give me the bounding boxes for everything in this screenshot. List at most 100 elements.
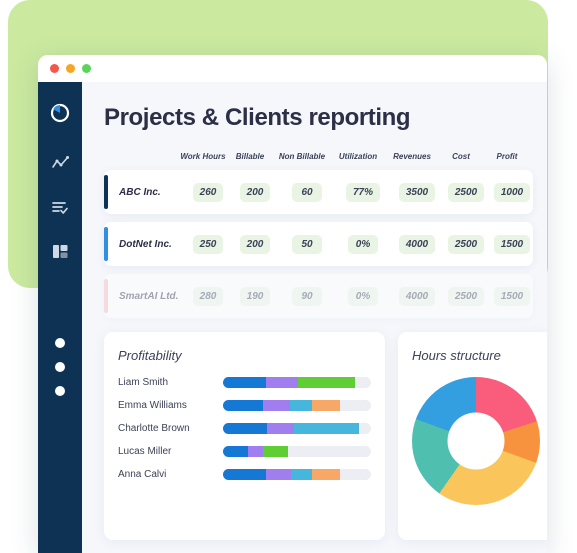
table-header-profit: Profit [496, 152, 518, 161]
panels-row: Profitability Liam Smith Emma Williams Cha… [104, 332, 547, 540]
value-pill: 250 [192, 234, 224, 254]
logo-ring-icon[interactable] [45, 98, 75, 128]
table-cell: 0% [335, 286, 391, 306]
analytics-line-chart-icon[interactable] [45, 148, 75, 178]
client-name: ABC Inc. [119, 186, 161, 198]
value-pill: 50 [292, 234, 322, 254]
profitability-person-name: Anna Calvi [118, 469, 167, 480]
profitability-person-name: Emma Williams [118, 400, 187, 411]
sidebar-dot[interactable] [55, 362, 65, 372]
profitability-bar [223, 469, 371, 480]
browser-window: Projects & Clients reporting Work Hours … [38, 55, 547, 553]
table-cell: 1000 [489, 182, 535, 202]
table-cell: 260 [185, 182, 231, 202]
profitability-bar [223, 446, 371, 457]
value-pill: 2500 [447, 286, 485, 306]
profitability-list: Liam Smith Emma Williams Charlotte Brown Lu… [118, 377, 371, 480]
value-pill: 260 [192, 182, 224, 202]
profitability-bar-segment [262, 446, 289, 457]
sidebar [38, 82, 82, 553]
sidebar-dot[interactable] [55, 386, 65, 396]
client-name: SmartAI Ltd. [119, 290, 179, 302]
profitability-bar [223, 423, 371, 434]
sidebar-pagination-dots[interactable] [55, 338, 65, 396]
profitability-bar-segment [265, 377, 299, 388]
value-pill: 2500 [447, 182, 485, 202]
table-cell: 1500 [489, 234, 535, 254]
main-content: Projects & Clients reporting Work Hours … [82, 82, 547, 553]
table-body: ABC Inc. 260 200 60 77% 3500 2500 1000 DotNet In… [104, 170, 533, 318]
profitability-bar-segment [311, 400, 340, 411]
value-pill: 4000 [398, 234, 436, 254]
value-pill: 280 [192, 286, 224, 306]
profitability-person-name: Lucas Miller [118, 446, 172, 457]
profitability-bar [223, 400, 371, 411]
value-pill: 77% [345, 182, 380, 202]
profitability-bar-segment [223, 423, 268, 434]
table-row[interactable]: SmartAI Ltd. 280 190 90 0% 4000 2500 1500 [104, 274, 533, 318]
profitability-row: Anna Calvi [118, 469, 371, 480]
table-header-revenues: Revenues [393, 152, 431, 161]
table-cell: 90 [279, 286, 335, 306]
table-cell: 3500 [391, 182, 443, 202]
table-header-utilization: Utilization [338, 152, 378, 161]
value-pill: 3500 [398, 182, 436, 202]
profitability-bar-segment [262, 400, 290, 411]
profitability-bar-segment [291, 469, 312, 480]
profitability-row: Liam Smith [118, 377, 371, 388]
window-titlebar [38, 55, 547, 82]
profitability-bar-segment [294, 423, 360, 434]
table-row[interactable]: ABC Inc. 260 200 60 77% 3500 2500 1000 [104, 170, 533, 214]
table-cell: 2500 [443, 286, 489, 306]
dashboard-grid-icon[interactable] [45, 236, 75, 266]
profitability-row: Lucas Miller [118, 446, 371, 457]
profitability-bar-segment [223, 377, 266, 388]
value-pill: 4000 [398, 286, 436, 306]
sidebar-dot[interactable] [55, 338, 65, 348]
value-pill: 1500 [493, 234, 531, 254]
profitability-row: Charlotte Brown [118, 423, 371, 434]
window-body: Projects & Clients reporting Work Hours … [38, 82, 547, 553]
row-accent-bar [104, 175, 108, 209]
checklist-icon[interactable] [45, 192, 75, 222]
client-name: DotNet Inc. [119, 238, 172, 250]
page-title: Projects & Clients reporting [104, 104, 411, 131]
row-accent-bar [104, 279, 108, 313]
table-cell: 4000 [391, 234, 443, 254]
profitability-bar-segment [223, 400, 263, 411]
table-header-billable: Billable [235, 152, 265, 161]
value-pill: 200 [239, 234, 271, 254]
value-pill: 0% [348, 234, 378, 254]
minimize-icon[interactable] [66, 64, 75, 73]
table-header-cost: Cost [452, 152, 470, 161]
profitability-person-name: Liam Smith [118, 377, 169, 388]
profitability-row: Emma Williams [118, 400, 371, 411]
value-pill: 2500 [447, 234, 485, 254]
table-cell: 190 [231, 286, 279, 306]
profitability-title: Profitability [118, 348, 182, 363]
hours-structure-donut-chart[interactable] [412, 377, 540, 505]
profitability-person-name: Charlotte Brown [118, 423, 190, 434]
maximize-icon[interactable] [82, 64, 91, 73]
profitability-bar-segment [223, 446, 249, 457]
profitability-bar-segment [265, 469, 292, 480]
table-cell: 77% [335, 182, 391, 202]
table-cell: 4000 [391, 286, 443, 306]
table-cell: 2500 [443, 182, 489, 202]
table-cell: 0% [335, 234, 391, 254]
table-row[interactable]: DotNet Inc. 250 200 50 0% 4000 2500 1500 [104, 222, 533, 266]
table-cell: 200 [231, 182, 279, 202]
close-icon[interactable] [50, 64, 59, 73]
profitability-panel: Profitability Liam Smith Emma Williams Cha… [104, 332, 385, 540]
value-pill: 60 [292, 182, 322, 202]
profitability-bar-segment [267, 423, 295, 434]
table-cell: 280 [185, 286, 231, 306]
table-cell: 1500 [489, 286, 535, 306]
profitability-bar [223, 377, 371, 388]
value-pill: 0% [348, 286, 378, 306]
profitability-bar-segment [289, 400, 312, 411]
table-header-work-hours: Work Hours [180, 152, 226, 161]
table-header-row: Work Hours Billable Non Billable Utiliza… [104, 152, 533, 161]
value-pill: 1500 [493, 286, 531, 306]
table-cell: 2500 [443, 234, 489, 254]
